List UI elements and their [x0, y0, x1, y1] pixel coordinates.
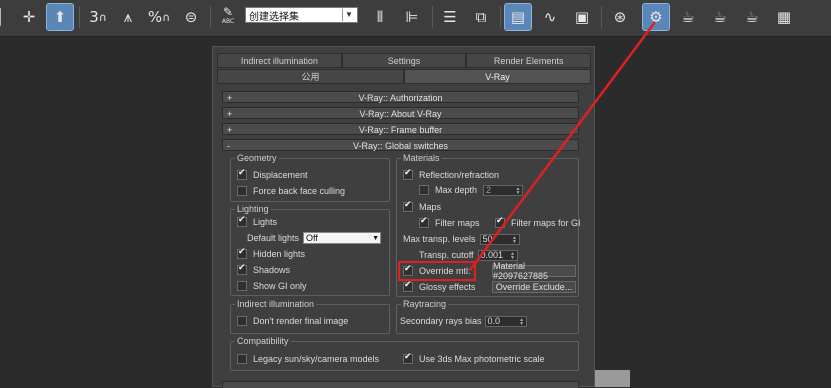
annotation-arrow-line [468, 21, 657, 271]
annotation-arrow [468, 21, 657, 271]
